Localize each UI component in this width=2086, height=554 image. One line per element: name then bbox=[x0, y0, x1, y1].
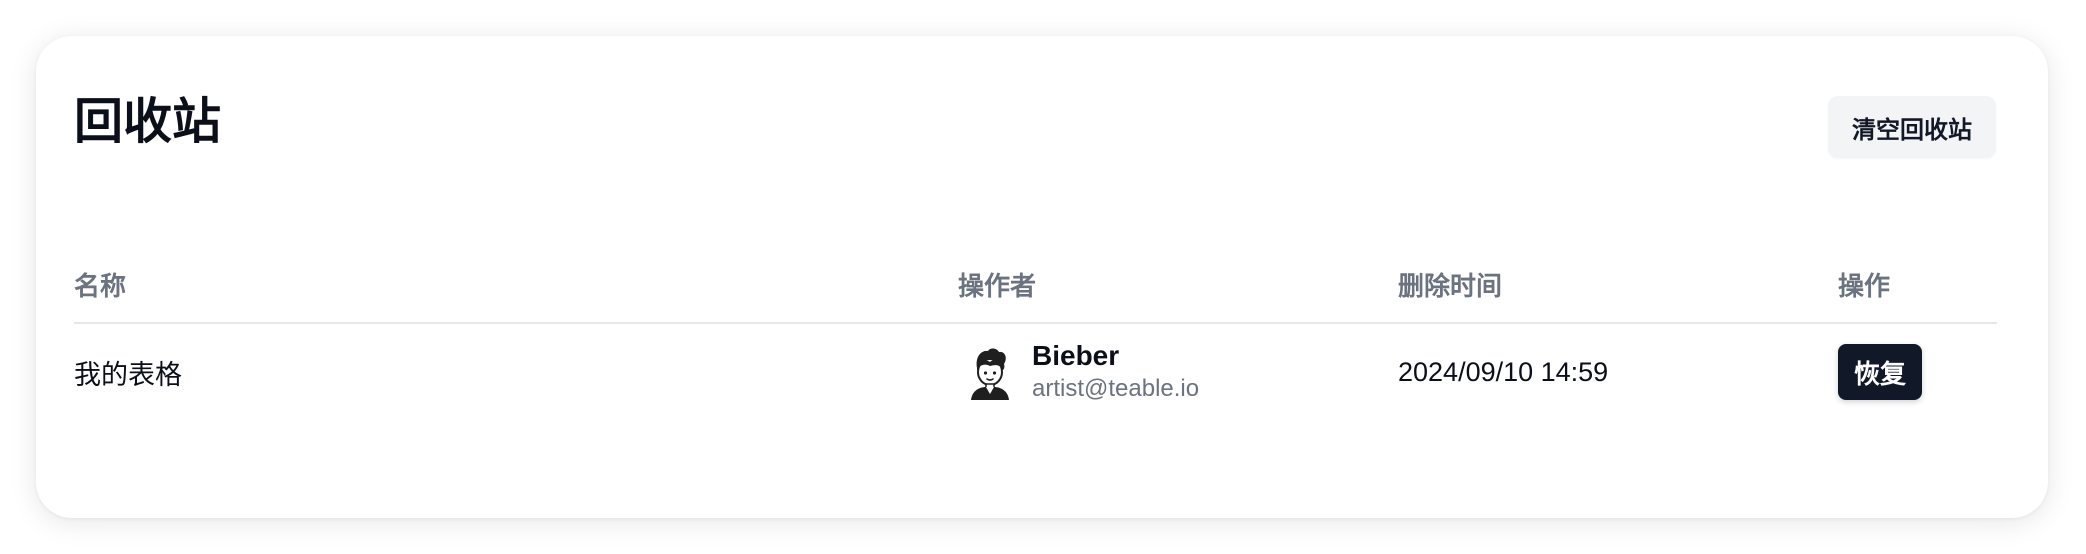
deleted-time: 2024/09/10 14:59 bbox=[1398, 356, 1609, 387]
operator-cell: Bieber artist@teable.io bbox=[958, 324, 1199, 420]
column-header-operator: 操作者 bbox=[958, 271, 1037, 301]
column-header-deleted-time: 删除时间 bbox=[1398, 271, 1503, 301]
table-header: 名称 操作者 删除时间 操作 bbox=[74, 250, 1997, 324]
trash-table: 名称 操作者 删除时间 操作 我的表格 Bieber artist@teable… bbox=[74, 250, 1997, 420]
restore-button[interactable]: 恢复 bbox=[1838, 344, 1923, 400]
clear-trash-button[interactable]: 清空回收站 bbox=[1828, 96, 1996, 158]
column-header-action: 操作 bbox=[1838, 271, 1891, 301]
table-row: 我的表格 Bieber artist@teable.io 2024/09/10 … bbox=[74, 324, 1997, 420]
operator-info: Bieber artist@teable.io bbox=[1032, 340, 1199, 404]
column-header-name: 名称 bbox=[74, 271, 127, 301]
operator-name: Bieber bbox=[1032, 339, 1120, 371]
user-avatar-icon bbox=[971, 348, 1009, 400]
page-title: 回收站 bbox=[74, 95, 222, 149]
trash-card: 回收站 清空回收站 名称 操作者 删除时间 操作 我的表格 Bieber art… bbox=[36, 36, 2048, 518]
item-name: 我的表格 bbox=[74, 359, 182, 390]
operator-email: artist@teable.io bbox=[1032, 375, 1200, 403]
action-cell: 恢复 bbox=[1838, 324, 1923, 420]
